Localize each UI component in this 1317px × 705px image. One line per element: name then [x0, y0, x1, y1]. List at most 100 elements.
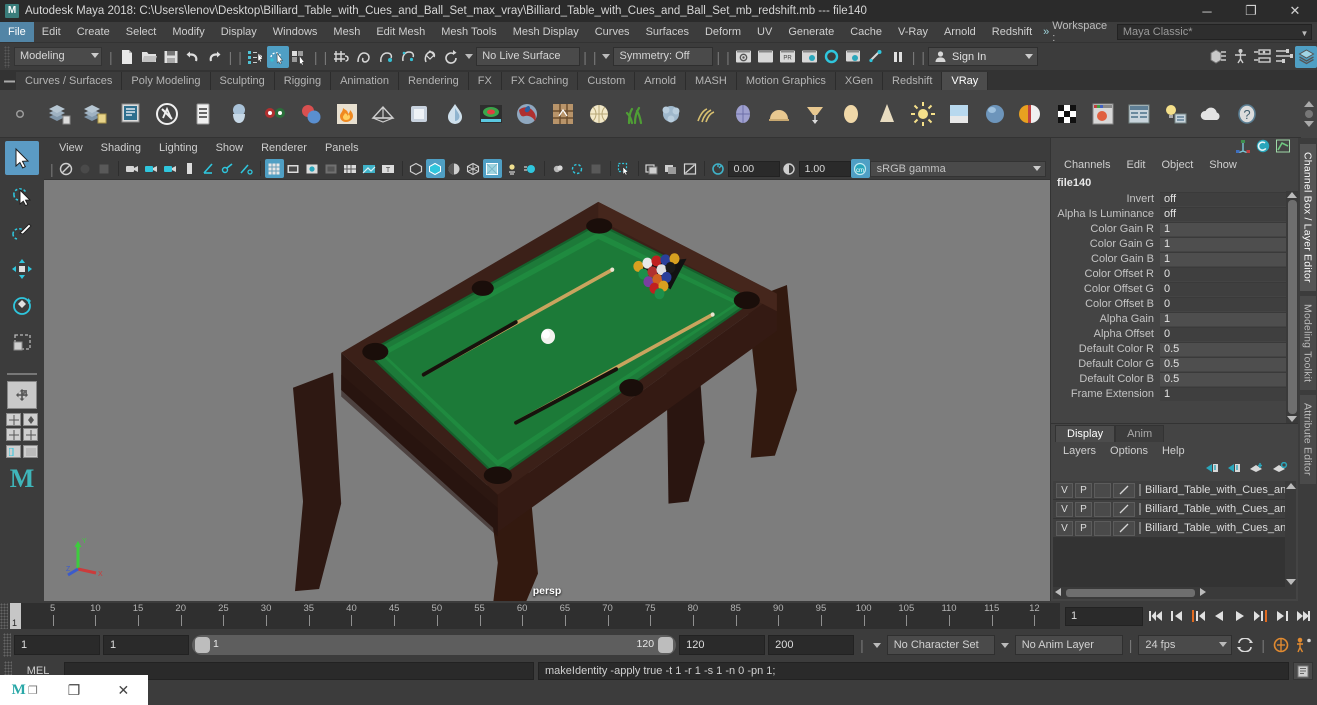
vray-material-preview-icon[interactable] [1086, 97, 1120, 131]
time-slider[interactable]: 1 5 10 15 20 25 30 35 40 45 50 55 60 65 70 75 80 85 90 95 1… [10, 603, 1060, 629]
channel-row[interactable]: Color Gain B 1 [1051, 251, 1286, 266]
gpu-override-icon[interactable] [587, 159, 606, 178]
animation-start-field[interactable]: 1 [14, 635, 100, 655]
scroll-dot-icon[interactable] [1305, 109, 1313, 118]
channel-value[interactable]: 1 [1160, 311, 1286, 326]
channel-value[interactable]: 0 [1160, 326, 1286, 341]
channel-value[interactable]: 0.5 [1160, 356, 1286, 371]
resolution-gate-icon[interactable] [303, 159, 322, 178]
render-current-frame-icon[interactable] [733, 46, 755, 68]
layer-playback-toggle[interactable]: P [1075, 482, 1092, 498]
menu-edit[interactable]: Edit [34, 22, 69, 42]
color-space-dropdown[interactable]: sRGB gamma [869, 160, 1046, 177]
maya-window-icon[interactable]: M ❐ [0, 675, 49, 705]
symmetry-field[interactable]: Symmetry: Off [613, 47, 714, 66]
shelf-tab-motion-graphics[interactable]: Motion Graphics [736, 72, 836, 90]
shelf-tab-rendering[interactable]: Rendering [399, 72, 469, 90]
shadows-icon[interactable] [482, 159, 502, 178]
xray-icon[interactable] [360, 159, 379, 178]
layer-visibility-toggle[interactable]: V [1056, 482, 1073, 498]
viewport-menu-renderer[interactable]: Renderer [252, 142, 316, 154]
menu-windows[interactable]: Windows [265, 22, 326, 42]
menu-mesh-display[interactable]: Mesh Display [505, 22, 587, 42]
viewport-menu-shading[interactable]: Shading [92, 142, 150, 154]
gamma-field[interactable]: 1.00 [798, 160, 851, 177]
animation-end-field[interactable]: 200 [768, 635, 855, 655]
graph-editor-icon[interactable] [1276, 139, 1290, 156]
ipr-render-icon[interactable] [755, 46, 777, 68]
menu-edit-mesh[interactable]: Edit Mesh [368, 22, 433, 42]
persp-outliner-layout-icon[interactable] [23, 413, 38, 426]
two-d-pan-zoom-icon[interactable] [161, 159, 180, 178]
shelf-tab-fx[interactable]: FX [468, 72, 502, 90]
shelf-tab-animation[interactable]: Animation [331, 72, 400, 90]
render-sequence-icon[interactable] [843, 46, 865, 68]
time-slider-grip[interactable] [0, 603, 8, 629]
channel-value[interactable]: 0 [1160, 281, 1286, 296]
symmetry-chevron-icon[interactable] [599, 54, 613, 59]
image-plane-icon[interactable] [142, 159, 161, 178]
menu-modify[interactable]: Modify [164, 22, 212, 42]
channel-value[interactable]: 1 [1160, 386, 1286, 401]
vray-toon-icon[interactable] [1014, 97, 1048, 131]
channel-value[interactable]: off [1160, 191, 1286, 206]
make-live-icon[interactable] [440, 46, 462, 68]
scale-tool[interactable] [5, 326, 39, 360]
vray-sphere-light-icon[interactable] [726, 97, 760, 131]
anim-layer-field[interactable]: No Anim Layer [1014, 635, 1123, 655]
persp-graph-layout-icon[interactable] [6, 428, 21, 441]
channel-row[interactable]: Frame Extension 1 [1051, 386, 1286, 401]
menu-uv[interactable]: UV [749, 22, 780, 42]
viewport-render-icon[interactable] [662, 159, 681, 178]
layer-type-toggle[interactable] [1094, 501, 1111, 517]
menu-cache[interactable]: Cache [842, 22, 890, 42]
vray-render-icon[interactable] [42, 97, 76, 131]
vray-stereo-icon[interactable] [258, 97, 292, 131]
range-end-field[interactable]: 120 [679, 635, 766, 655]
channel-object-menu[interactable]: Object [1154, 159, 1200, 171]
channel-value[interactable]: 1 [1160, 251, 1286, 266]
shelf-tab-vray[interactable]: VRay [942, 72, 989, 90]
layer-name[interactable]: Billiard_Table_with_Cues_an [1139, 484, 1285, 496]
film-gate-icon[interactable] [284, 159, 303, 178]
menu-overflow-chevron-icon[interactable]: » [1040, 26, 1052, 38]
live-surface-field[interactable]: No Live Surface [476, 47, 581, 66]
channel-value[interactable]: 1 [1160, 221, 1286, 236]
save-scene-icon[interactable] [160, 46, 182, 68]
wireframe-on-shaded-icon[interactable] [341, 159, 360, 178]
channel-row[interactable]: Alpha Gain 1 [1051, 311, 1286, 326]
playhead[interactable]: 1 [10, 603, 21, 629]
layer-visibility-toggle[interactable]: V [1056, 520, 1073, 536]
menu-mesh-tools[interactable]: Mesh Tools [433, 22, 504, 42]
channels-menu[interactable]: Channels [1057, 159, 1117, 171]
hscrollbar-thumb[interactable] [1066, 589, 1196, 597]
select-tool[interactable] [5, 141, 39, 175]
step-forward-key-icon[interactable] [1272, 605, 1292, 627]
layer-color-swatch[interactable] [1113, 482, 1135, 498]
maximize-button[interactable]: ❐ [1229, 0, 1273, 22]
shelf-tab-curves-surfaces[interactable]: Curves / Surfaces [16, 72, 123, 90]
menu-curves[interactable]: Curves [587, 22, 638, 42]
channel-row[interactable]: Default Color G 0.5 [1051, 356, 1286, 371]
sign-in-button[interactable]: Sign In [928, 47, 1039, 66]
snap-to-point-icon[interactable] [374, 46, 396, 68]
pause-icon[interactable] [887, 46, 909, 68]
shelf-tab-mash[interactable]: MASH [686, 72, 737, 90]
attribute-editor-icon[interactable] [1251, 46, 1273, 68]
play-backwards-icon[interactable] [1209, 605, 1229, 627]
layer-playback-toggle[interactable]: P [1075, 520, 1092, 536]
menu-display[interactable]: Display [213, 22, 265, 42]
vray-light-lister-icon[interactable] [1158, 97, 1192, 131]
vray-cloud-icon[interactable] [1194, 97, 1228, 131]
vray-displacement-icon[interactable] [474, 97, 508, 131]
channel-value[interactable]: 0 [1160, 266, 1286, 281]
layer-row[interactable]: V P Billiard_Table_with_Cues_an [1053, 500, 1285, 519]
range-right-handle[interactable] [658, 637, 674, 653]
viewport-menu-view[interactable]: View [50, 142, 92, 154]
channel-row[interactable]: Default Color B 0.5 [1051, 371, 1286, 386]
layer-visibility-toggle[interactable]: V [1056, 501, 1073, 517]
viewport-menu-panels[interactable]: Panels [316, 142, 368, 154]
shelf-tab-arnold[interactable]: Arnold [635, 72, 687, 90]
grease-pencil-icon[interactable] [180, 159, 199, 178]
layer-playback-toggle[interactable]: P [1075, 501, 1092, 517]
